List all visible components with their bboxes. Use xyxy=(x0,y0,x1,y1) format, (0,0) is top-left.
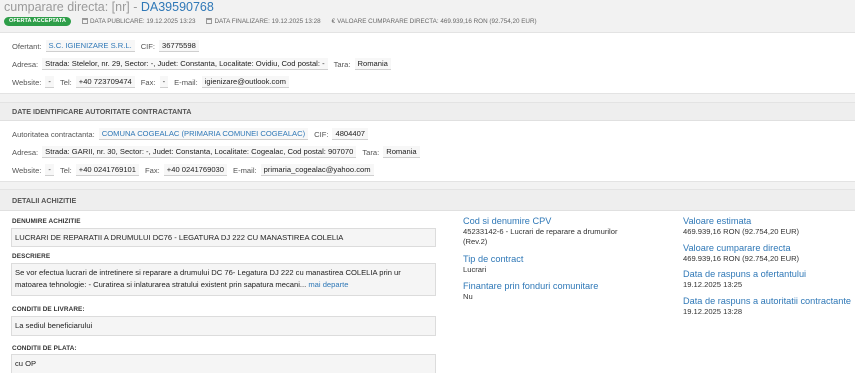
authority-email-label: E-mail: xyxy=(233,165,257,175)
payment-conditions-label: CONDITII DE PLATA: xyxy=(12,345,77,352)
title-prefix: cumparare directa: [nr] - xyxy=(4,0,141,14)
payment-conditions: cu OP xyxy=(11,354,436,373)
bidder-country: Romania xyxy=(354,58,391,70)
authority-address-row: Adresa: Strada: GARII, nr. 30, Sector: -… xyxy=(12,146,426,158)
authority-fax-label: Fax: xyxy=(145,165,160,175)
direct-purchase-value-text: VALOARE CUMPARARE DIRECTA: 469.939,16 RO… xyxy=(337,17,537,25)
delivery-conditions: La sediul beneficiarului xyxy=(11,316,436,336)
authority-tel: +40 0241769101 xyxy=(75,164,139,176)
bidder-cif-label: CIF: xyxy=(140,41,156,51)
bidder-tel-label: Tel: xyxy=(59,77,72,87)
read-more-link[interactable]: mai departe xyxy=(308,280,348,289)
bidder-panel: Ofertant: S.C. IGIENIZARE S.R.L. CIF: 36… xyxy=(0,32,855,94)
bidder-website: - xyxy=(45,76,54,88)
euro-icon: € xyxy=(331,17,336,25)
publication-date-text: DATA PUBLICARE: 19.12.2025 13:23 xyxy=(89,17,196,25)
bidder-response-date: 19.12.2025 13:25 xyxy=(683,280,743,289)
authority-cif-label: CIF: xyxy=(314,129,329,139)
cpv-title: Cod si denumire CPV xyxy=(463,216,552,226)
calendar-icon xyxy=(81,18,88,24)
authority-row: Autoritatea contractanta: COMUNA COGEALA… xyxy=(12,128,374,140)
bidder-country-label: Tara: xyxy=(333,59,351,69)
description: Se vor efectua lucrari de intretinere si… xyxy=(11,263,436,296)
authority-address-label: Adresa: xyxy=(12,147,39,157)
authority-header: DATE IDENTIFICARE AUTORITATE CONTRACTANT… xyxy=(0,103,855,121)
description-line-2-text: matoarea tehnologie: - Curatirea si inla… xyxy=(15,280,309,289)
cpv-value: 45233142-6 - Lucrari de reparare a drumu… xyxy=(463,227,618,247)
authority-panel: DATE IDENTIFICARE AUTORITATE CONTRACTANT… xyxy=(0,102,855,182)
bidder-cif: 36775598 xyxy=(159,40,199,52)
bidder-address: Strada: Stelelor, nr. 29, Sector: -, Jud… xyxy=(42,58,328,70)
authority-response-date-title: Data de raspuns a autoritatii contractan… xyxy=(683,296,852,306)
procurement-code: DA39590768 xyxy=(140,0,214,14)
authority-response-date: 19.12.2025 13:28 xyxy=(683,307,743,316)
authority-country-label: Tara: xyxy=(362,147,380,157)
page-title: cumparare directa: [nr] - DA39590768 xyxy=(4,0,214,14)
bidder-tel: +40 723709474 xyxy=(75,76,135,88)
contract-type-title: Tip de contract xyxy=(463,254,524,264)
cpv-line-2: (Rev.2) xyxy=(463,237,488,246)
bidder-address-label: Adresa: xyxy=(12,59,39,69)
bidder-contact-row: Website: - Tel: +40 723709474 Fax: - E-m… xyxy=(12,76,295,88)
authority-label: Autoritatea contractanta: xyxy=(12,129,95,139)
calendar-icon xyxy=(206,18,213,24)
procurement-name-label: DENUMIRE ACHIZITIE xyxy=(12,218,81,225)
authority-tel-label: Tel: xyxy=(59,165,72,175)
finalization-date-text: DATA FINALIZARE: 19.12.2025 13:28 xyxy=(214,17,321,25)
status-row: OFERTA ACCEPTATA DATA PUBLICARE: 19.12.2… xyxy=(4,16,548,26)
bidder-website-label: Website: xyxy=(12,77,42,87)
authority-name-link[interactable]: COMUNA COGEALAC (PRIMARIA COMUNEI COGEAL… xyxy=(98,128,309,140)
procurement-name: LUCRARI DE REPARATII A DRUMULUI DC76 - L… xyxy=(11,228,436,247)
bidder-name-link[interactable]: S.C. IGIENIZARE S.R.L. xyxy=(45,40,135,52)
description-label: DESCRIERE xyxy=(12,253,51,260)
procurement-details-panel: DETALII ACHIZITIE DENUMIRE ACHIZITIE LUC… xyxy=(0,189,855,373)
bidder-label: Ofertant: xyxy=(12,41,42,51)
estimated-value-title: Valoare estimata xyxy=(683,216,752,226)
bidder-row: Ofertant: S.C. IGIENIZARE S.R.L. CIF: 36… xyxy=(12,40,205,52)
direct-purchase-value-title: Valoare cumparare directa xyxy=(683,243,791,253)
eu-funding-title: Finantare prin fonduri comunitare xyxy=(463,281,599,291)
bidder-fax-label: Fax: xyxy=(140,77,156,87)
authority-fax: +40 0241769030 xyxy=(163,164,228,176)
authority-website: - xyxy=(45,164,54,176)
description-line-2: matoarea tehnologie: - Curatirea si inla… xyxy=(15,279,432,291)
authority-address: Strada: GARII, nr. 30, Sector: -, Judet:… xyxy=(42,146,357,158)
finalization-date: DATA FINALIZARE: 19.12.2025 13:28 xyxy=(206,17,321,25)
eu-funding: Nu xyxy=(463,292,473,301)
authority-email: primaria_cogealac@yahoo.com xyxy=(260,164,374,176)
authority-country: Romania xyxy=(383,146,420,158)
bidder-email: igienizare@outlook.com xyxy=(201,76,289,88)
description-line-1: Se vor efectua lucrari de intretinere si… xyxy=(15,268,401,277)
publication-date: DATA PUBLICARE: 19.12.2025 13:23 xyxy=(81,17,196,25)
contract-type: Lucrari xyxy=(463,265,487,274)
details-header: DETALII ACHIZITIE xyxy=(0,190,855,211)
direct-purchase-value-detail: 469.939,16 RON (92.754,20 EUR) xyxy=(683,254,800,263)
status-badge: OFERTA ACCEPTATA xyxy=(4,16,71,26)
authority-cif: 4804407 xyxy=(332,128,369,140)
delivery-conditions-label: CONDITII DE LIVRARE: xyxy=(12,306,85,313)
bidder-address-row: Adresa: Strada: Stelelor, nr. 29, Sector… xyxy=(12,58,397,70)
authority-contact-row: Website: - Tel: +40 0241769101 Fax: +40 … xyxy=(12,164,380,176)
cpv-line-1: 45233142-6 - Lucrari de reparare a drumu… xyxy=(463,227,618,236)
bidder-response-date-title: Data de raspuns a ofertantului xyxy=(683,269,807,279)
estimated-value: 469.939,16 RON (92.754,20 EUR) xyxy=(683,227,800,236)
direct-purchase-value: € VALOARE CUMPARARE DIRECTA: 469.939,16 R… xyxy=(332,18,537,25)
bidder-email-label: E-mail: xyxy=(174,77,198,87)
bidder-fax: - xyxy=(159,76,169,88)
authority-website-label: Website: xyxy=(12,165,42,175)
